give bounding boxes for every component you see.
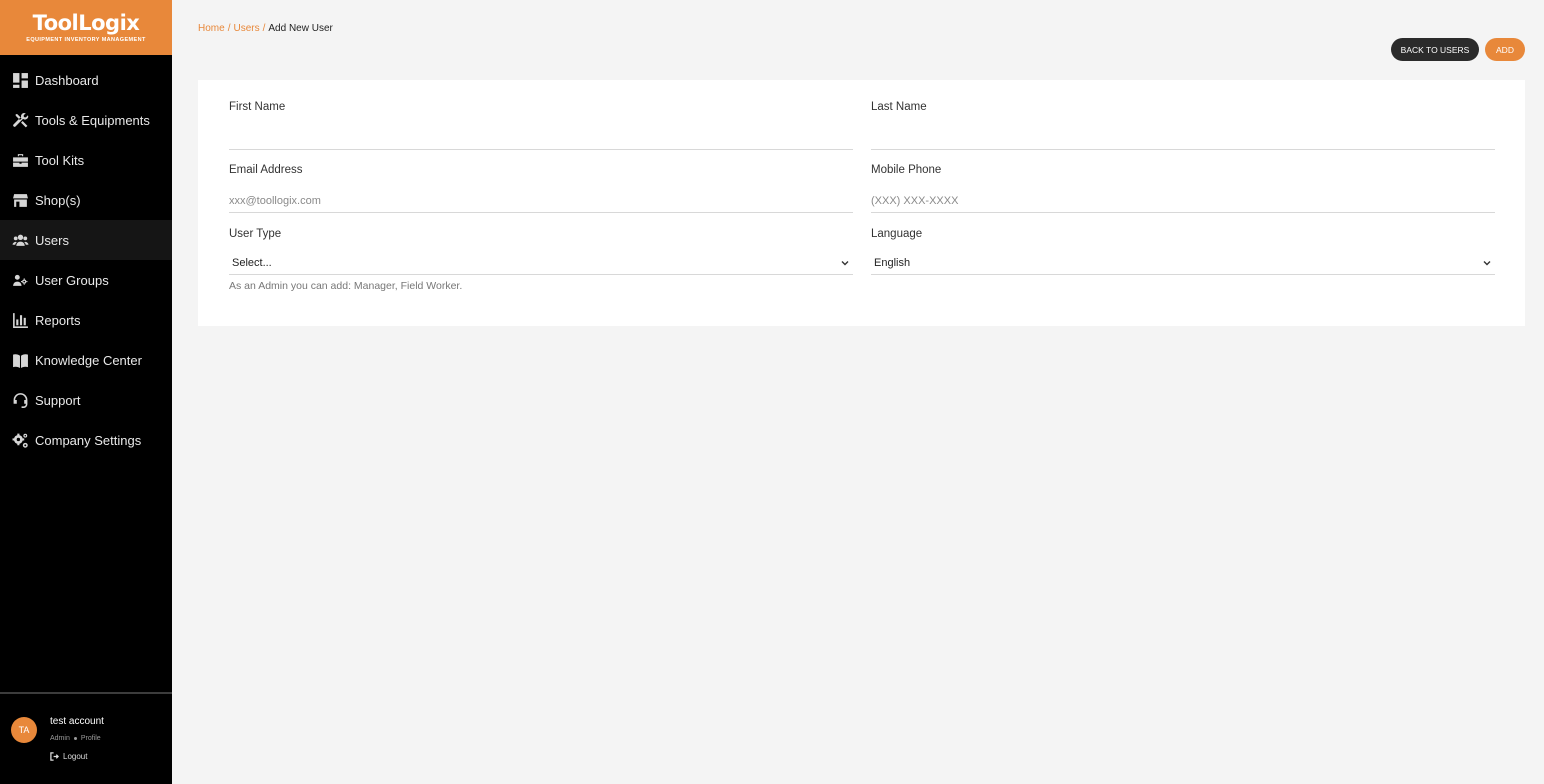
sidebar-item-label: User Groups [35,272,109,288]
sidebar-item-label: Reports [35,312,81,328]
sidebar-item-knowledge-center[interactable]: Knowledge Center [0,340,172,380]
add-user-form: First Name Last Name Email Address xxx@t… [198,80,1525,326]
sidebar-item-dashboard[interactable]: Dashboard [0,60,172,100]
mobile-phone-field[interactable]: (XXX) XXX-XXXX [871,189,1495,213]
user-type-value: Select... [232,256,272,269]
toolbox-icon [11,151,29,169]
sidebar-nav: Dashboard Tools & Equipments Tool Kits S… [0,60,172,460]
sidebar-item-label: Dashboard [35,72,99,88]
last-name-field[interactable] [871,126,1495,150]
profile-link[interactable]: Profile [81,735,101,742]
chevron-down-icon [841,260,849,265]
brand-subtitle: EQUIPMENT INVENTORY MANAGEMENT [26,37,146,43]
email-placeholder: xxx@toollogix.com [229,194,321,207]
avatar[interactable]: TA [11,717,37,743]
first-name-label: First Name [229,101,286,113]
user-role: Admin [50,735,70,742]
dashboard-icon [11,71,29,89]
brand-title: ToolLogix [32,11,140,35]
sidebar-item-label: Shop(s) [35,192,81,208]
breadcrumb-separator: / [262,23,266,34]
users-icon [11,231,29,249]
sidebar-item-company-settings[interactable]: Company Settings [0,420,172,460]
book-icon [11,351,29,369]
tools-icon [11,111,29,129]
sidebar-item-user-groups[interactable]: User Groups [0,260,172,300]
breadcrumb-users[interactable]: Users [233,23,259,34]
user-type-select[interactable]: Select... [229,251,853,275]
separator-dot [73,737,77,740]
sidebar-item-users[interactable]: Users [0,220,172,260]
chevron-down-icon [1483,260,1491,265]
sidebar-item-shops[interactable]: Shop(s) [0,180,172,220]
user-profile-box: TA test account Admin Profile Logout [0,694,172,784]
shop-icon [11,191,29,209]
breadcrumb-current: Add New User [268,23,333,34]
logout-link[interactable]: Logout [50,752,87,761]
user-name: test account [50,716,104,727]
last-name-label: Last Name [871,101,927,113]
sidebar-item-support[interactable]: Support [0,380,172,420]
breadcrumb-separator: / [227,23,231,34]
sidebar-item-reports[interactable]: Reports [0,300,172,340]
language-label: Language [871,228,923,240]
breadcrumb-home[interactable]: Home [198,23,225,34]
sidebar: ToolLogix EQUIPMENT INVENTORY MANAGEMENT… [0,0,172,784]
email-field[interactable]: xxx@toollogix.com [229,189,853,213]
sidebar-item-label: Company Settings [35,432,142,448]
user-type-hint: As an Admin you can add: Manager, Field … [229,280,463,292]
reports-icon [11,311,29,329]
headset-icon [11,391,29,409]
logout-icon [50,752,59,761]
mobile-phone-placeholder: (XXX) XXX-XXXX [871,194,959,207]
logout-label: Logout [63,752,88,761]
mobile-phone-label: Mobile Phone [871,164,942,176]
add-button[interactable]: ADD [1485,38,1525,61]
back-to-users-button[interactable]: BACK TO USERS [1391,38,1479,61]
sidebar-item-tool-kits[interactable]: Tool Kits [0,140,172,180]
user-type-label: User Type [229,228,282,240]
language-select[interactable]: English [871,251,1495,275]
user-groups-icon [11,271,29,289]
breadcrumb: Home / Users / Add New User [198,23,333,34]
language-value: English [874,256,911,269]
sidebar-item-label: Users [35,232,69,248]
first-name-field[interactable] [229,126,853,150]
sidebar-item-tools-equipments[interactable]: Tools & Equipments [0,100,172,140]
sidebar-item-label: Support [35,392,81,408]
brand-logo[interactable]: ToolLogix EQUIPMENT INVENTORY MANAGEMENT [0,0,172,55]
sidebar-item-label: Tools & Equipments [35,112,150,128]
sidebar-item-label: Tool Kits [35,152,85,168]
gears-icon [11,431,29,449]
sidebar-item-label: Knowledge Center [35,352,142,368]
user-meta: Admin Profile [50,735,101,742]
email-label: Email Address [229,164,303,176]
